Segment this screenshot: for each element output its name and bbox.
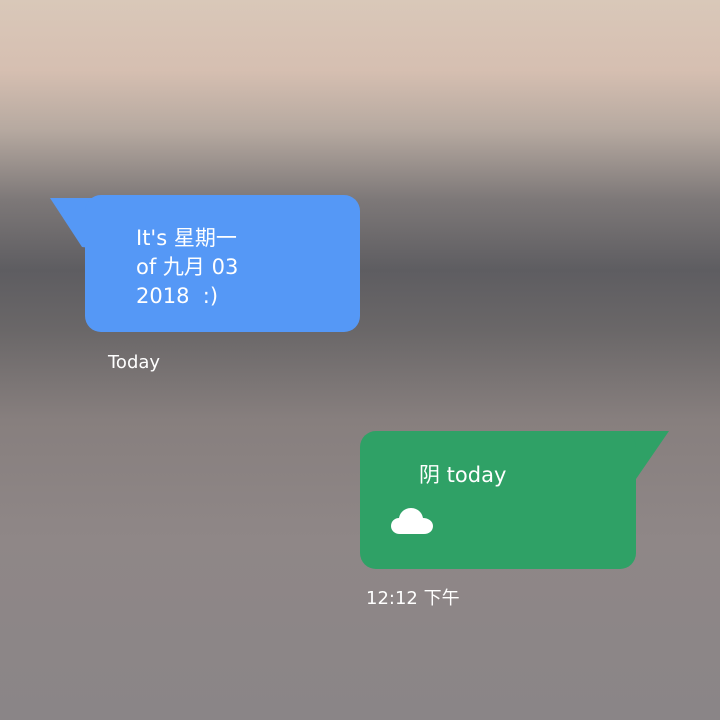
- cloud-icon: [391, 508, 433, 534]
- message-bubble-outgoing[interactable]: 阴 today: [360, 431, 670, 569]
- message-text: It's 星期一 of 九月 03 2018 :): [136, 226, 239, 308]
- message-text: 阴 today: [419, 463, 507, 487]
- message-timestamp: Today: [108, 352, 161, 373]
- message-timestamp: 12:12 下午: [366, 588, 460, 609]
- message-bubble-incoming[interactable]: It's 星期一 of 九月 03 2018 :): [50, 195, 360, 332]
- bubble-body-outgoing: [360, 431, 636, 569]
